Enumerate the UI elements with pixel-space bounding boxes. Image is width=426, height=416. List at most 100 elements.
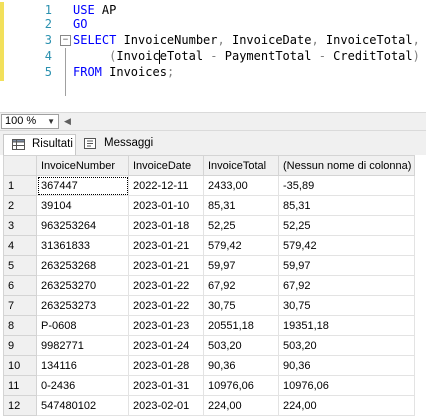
table-cell[interactable]: 503,20 xyxy=(203,335,279,356)
table-cell[interactable]: 2023-01-22 xyxy=(128,275,204,296)
row-number[interactable]: 9 xyxy=(3,335,37,356)
row-number[interactable]: 6 xyxy=(3,275,37,296)
table-row[interactable]: 5 263253268 2023-01-21 59,97 59,97 xyxy=(3,255,415,276)
table-row[interactable]: 10 134116 2023-01-28 90,36 90,36 xyxy=(3,355,415,376)
row-number[interactable]: 5 xyxy=(3,255,37,276)
table-cell[interactable]: 2023-02-01 xyxy=(128,395,204,416)
table-cell[interactable]: 2023-01-21 xyxy=(128,235,204,256)
row-number[interactable]: 10 xyxy=(3,355,37,376)
column-header[interactable]: InvoiceNumber xyxy=(36,155,129,176)
row-number[interactable]: 2 xyxy=(3,195,37,216)
table-cell[interactable]: 2433,00 xyxy=(203,175,279,196)
table-cell[interactable]: 85,31 xyxy=(203,195,279,216)
column-header[interactable]: (Nessun nome di colonna) xyxy=(278,155,415,176)
table-cell[interactable]: 134116 xyxy=(36,355,129,376)
table-cell[interactable]: 263253270 xyxy=(36,275,129,296)
table-cell[interactable]: 579,42 xyxy=(278,235,415,256)
table-cell[interactable]: 579,42 xyxy=(203,235,279,256)
table-cell[interactable]: 20551,18 xyxy=(203,315,279,336)
table-cell[interactable]: 9982771 xyxy=(36,335,129,356)
row-number[interactable]: 7 xyxy=(3,295,37,316)
table-cell[interactable]: 67,92 xyxy=(203,275,279,296)
row-number[interactable]: 1 xyxy=(3,175,37,196)
table-cell[interactable]: 2023-01-21 xyxy=(128,255,204,276)
collapse-icon[interactable]: − xyxy=(60,35,71,46)
table-cell[interactable]: 10976,06 xyxy=(278,375,415,396)
table-cell[interactable]: 2023-01-10 xyxy=(128,195,204,216)
table-row[interactable]: 12 547480102 2023-02-01 224,00 224,00 xyxy=(3,395,415,416)
table-cell[interactable]: 52,25 xyxy=(203,215,279,236)
table-cell[interactable]: 503,20 xyxy=(278,335,415,356)
change-marker xyxy=(0,64,4,81)
code-line[interactable]: 5 FROM Invoices; xyxy=(0,64,426,81)
table-cell[interactable]: 10976,06 xyxy=(203,375,279,396)
table-cell[interactable]: 2023-01-28 xyxy=(128,355,204,376)
row-number[interactable]: 11 xyxy=(3,375,37,396)
table-row[interactable]: 8 P-0608 2023-01-23 20551,18 19351,18 xyxy=(3,315,415,336)
grid-corner[interactable] xyxy=(3,155,37,176)
table-cell[interactable]: 2023-01-31 xyxy=(128,375,204,396)
row-number[interactable]: 4 xyxy=(3,235,37,256)
row-number[interactable]: 3 xyxy=(3,215,37,236)
table-cell[interactable]: 19351,18 xyxy=(278,315,415,336)
row-number[interactable]: 12 xyxy=(3,395,37,416)
table-cell[interactable]: 2023-01-24 xyxy=(128,335,204,356)
results-tabs: Risultati Messaggi xyxy=(0,131,426,155)
results-grid[interactable]: InvoiceNumber InvoiceDate InvoiceTotal (… xyxy=(0,155,426,416)
table-cell[interactable]: 547480102 xyxy=(36,395,129,416)
scroll-left-icon[interactable]: ◀ xyxy=(64,116,71,127)
code-line[interactable]: 2 GO xyxy=(0,16,426,33)
table-cell[interactable]: 2023-01-22 xyxy=(128,295,204,316)
table-cell[interactable]: 59,97 xyxy=(278,255,415,276)
table-row[interactable]: 6 263253270 2023-01-22 67,92 67,92 xyxy=(3,275,415,296)
table-cell[interactable]: -35,89 xyxy=(278,175,415,196)
table-cell[interactable]: 52,25 xyxy=(278,215,415,236)
code-token: GO xyxy=(73,17,88,31)
table-cell[interactable]: 2022-12-11 xyxy=(128,175,204,196)
table-cell[interactable]: 2023-01-23 xyxy=(128,315,204,336)
code-token: AP xyxy=(94,3,117,17)
code-text: (InvoiceTotal - PaymentTotal - CreditTot… xyxy=(73,48,420,65)
code-text: FROM Invoices; xyxy=(73,64,174,81)
table-cell[interactable]: 90,36 xyxy=(278,355,415,376)
table-cell[interactable]: 67,92 xyxy=(278,275,415,296)
tab-messages[interactable]: Messaggi xyxy=(76,134,156,155)
table-row[interactable]: 7 263253273 2023-01-22 30,75 30,75 xyxy=(3,295,415,316)
table-row[interactable]: 11 0-2436 2023-01-31 10976,06 10976,06 xyxy=(3,375,415,396)
table-row[interactable]: 9 9982771 2023-01-24 503,20 503,20 xyxy=(3,335,415,356)
row-number[interactable]: 8 xyxy=(3,315,37,336)
line-number: 5 xyxy=(44,65,52,79)
table-cell[interactable]: P-0608 xyxy=(36,315,129,336)
query-editor[interactable]: 1 USE AP 2 GO 3− SELECT InvoiceNumber, Invoic… xyxy=(0,0,426,112)
table-cell[interactable]: 963253264 xyxy=(36,215,129,236)
table-cell[interactable]: 263253273 xyxy=(36,295,129,316)
table-cell[interactable]: 2023-01-18 xyxy=(128,215,204,236)
table-row[interactable]: 1 367447 2022-12-11 2433,00 -35,89 xyxy=(3,175,415,196)
change-marker xyxy=(0,32,4,49)
tab-results[interactable]: Risultati xyxy=(3,134,76,155)
table-cell[interactable]: 90,36 xyxy=(203,355,279,376)
code-token: FROM xyxy=(73,65,102,79)
table-cell[interactable]: 39104 xyxy=(36,195,129,216)
column-header[interactable]: InvoiceTotal xyxy=(203,155,279,176)
table-cell[interactable]: 224,00 xyxy=(203,395,279,416)
code-token: - xyxy=(318,49,326,63)
zoom-dropdown[interactable]: 100 % ▼ xyxy=(1,114,59,129)
table-cell[interactable]: 263253268 xyxy=(36,255,129,276)
column-header[interactable]: InvoiceDate xyxy=(128,155,204,176)
table-row[interactable]: 2 39104 2023-01-10 85,31 85,31 xyxy=(3,195,415,216)
editor-status-bar: 100 % ▼ ◀ xyxy=(0,112,426,131)
table-cell[interactable]: 224,00 xyxy=(278,395,415,416)
table-row[interactable]: 4 31361833 2023-01-21 579,42 579,42 xyxy=(3,235,415,256)
table-cell[interactable]: 30,75 xyxy=(203,295,279,316)
table-cell[interactable]: 0-2436 xyxy=(36,375,129,396)
tab-results-label: Risultati xyxy=(32,138,73,150)
table-cell[interactable]: 31361833 xyxy=(36,235,129,256)
table-cell[interactable]: 85,31 xyxy=(278,195,415,216)
code-line[interactable]: 3− SELECT InvoiceNumber, InvoiceDate, Inv… xyxy=(0,32,426,49)
table-cell[interactable]: 367447 xyxy=(36,175,129,196)
table-row[interactable]: 3 963253264 2023-01-18 52,25 52,25 xyxy=(3,215,415,236)
code-line[interactable]: 4 (InvoiceTotal - PaymentTotal - CreditT… xyxy=(0,48,426,65)
table-cell[interactable]: 59,97 xyxy=(203,255,279,276)
table-cell[interactable]: 30,75 xyxy=(278,295,415,316)
